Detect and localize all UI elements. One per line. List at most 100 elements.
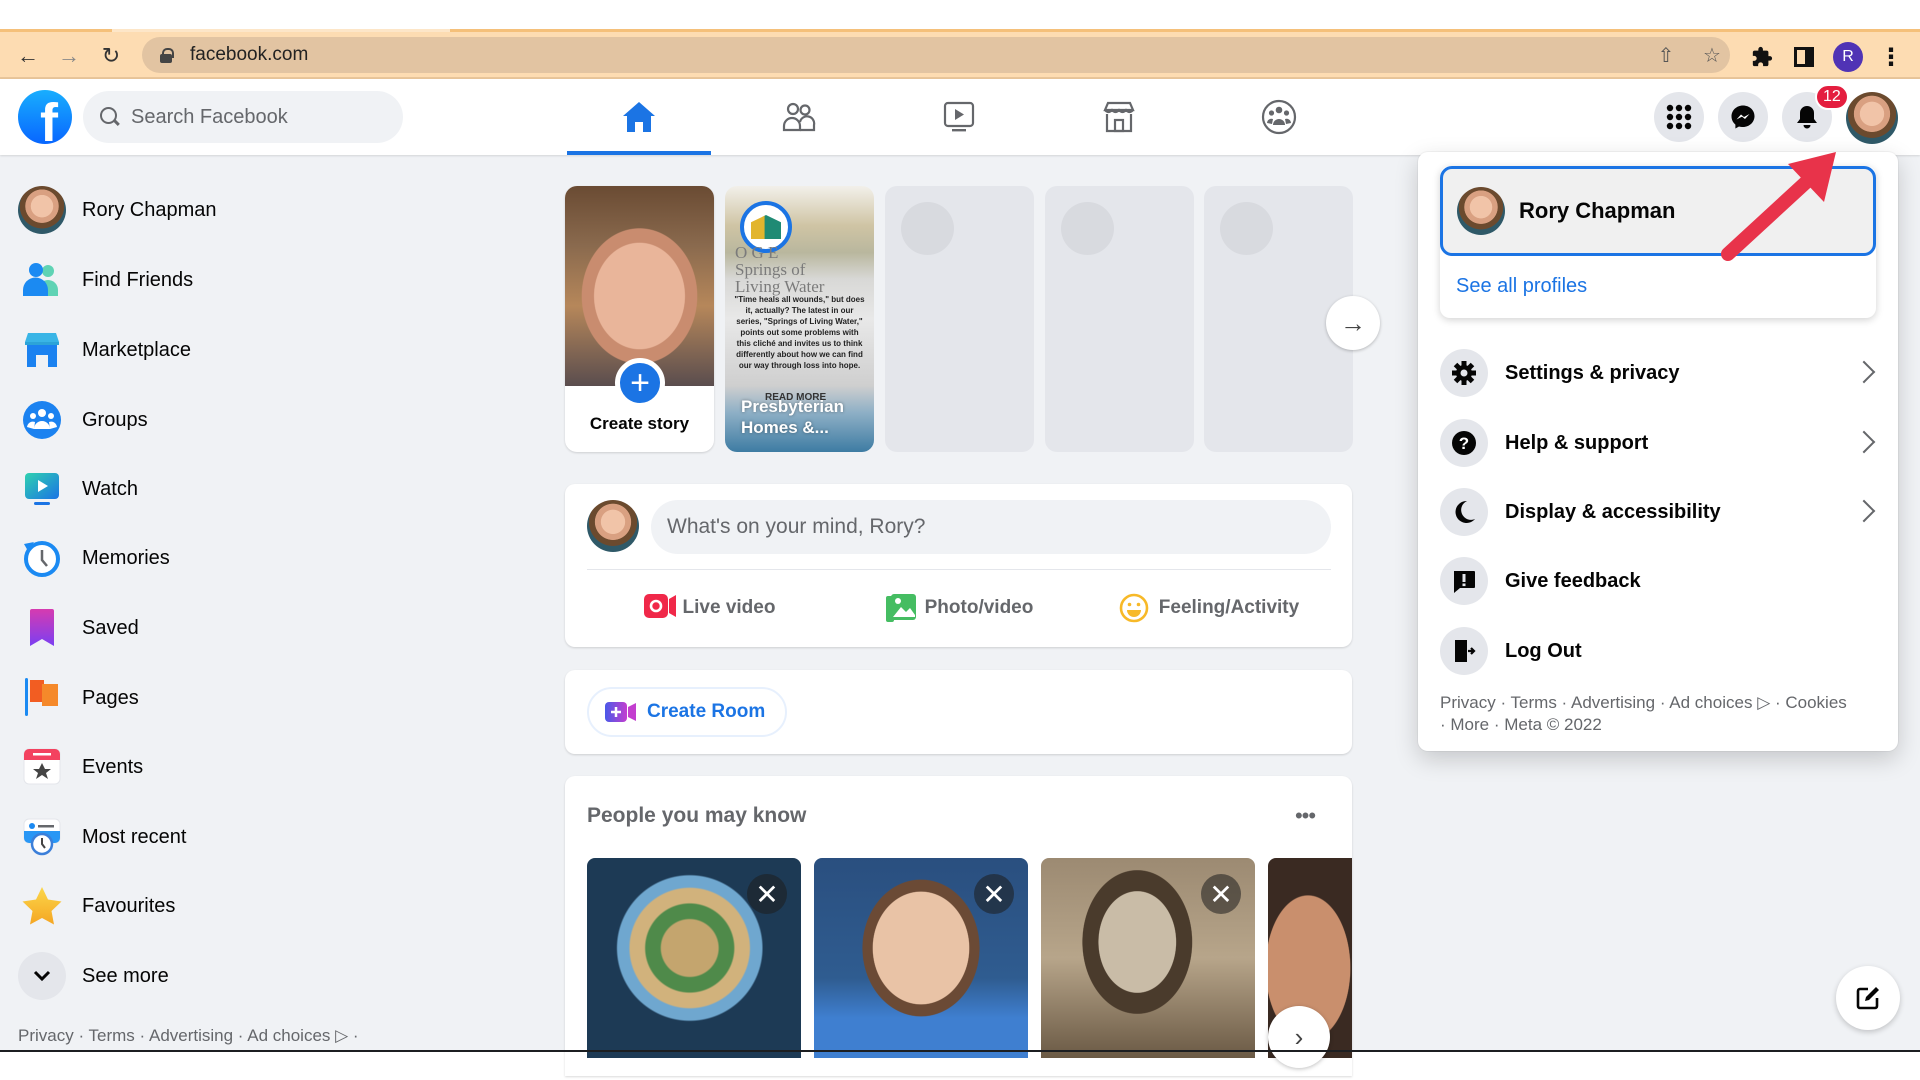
browser-profile-avatar[interactable]: R	[1833, 42, 1863, 72]
forward-arrow-icon[interactable]: →	[55, 42, 83, 70]
chevron-right-icon	[1856, 430, 1872, 454]
account-avatar-button[interactable]	[1846, 92, 1898, 144]
sidebar-item-label: Watch	[82, 477, 138, 500]
back-arrow-icon[interactable]: ←	[14, 42, 42, 70]
sidebar-item-find-friends[interactable]: Find Friends	[10, 248, 530, 312]
story-body-text: "Time heals all wounds," but does it, ac…	[734, 295, 865, 370]
menu-item-help-support[interactable]: ? Help & support	[1432, 410, 1884, 476]
reload-icon[interactable]: ↻	[97, 42, 125, 70]
story-title: O G E Springs of Living Water	[735, 243, 825, 296]
menu-item-log-out[interactable]: Log Out	[1432, 618, 1884, 684]
menu-item-give-feedback[interactable]: Give feedback	[1432, 548, 1884, 614]
notification-badge: 12	[1815, 84, 1849, 110]
tab-watch[interactable]	[887, 79, 1031, 155]
more-link[interactable]: More	[1450, 715, 1489, 734]
sidebar-item-pages[interactable]: Pages	[10, 666, 530, 730]
question-icon: ?	[1440, 419, 1488, 467]
live-video-button[interactable]: Live video	[587, 580, 831, 636]
watch-icon	[18, 465, 66, 513]
photo-video-button[interactable]: Photo/video	[837, 580, 1081, 636]
tab-home[interactable]	[567, 79, 711, 155]
pymk-next-chevron-icon[interactable]: ›	[1268, 1006, 1330, 1068]
tab-marketplace[interactable]	[1047, 79, 1191, 155]
menu-footer-links: Privacy · Terms · Advertising · Ad choic…	[1440, 693, 1847, 734]
profile-name: Rory Chapman	[1519, 198, 1676, 223]
people-you-may-know-card: People you may know ••• ✕ ✕ ✕ ›	[565, 776, 1352, 1076]
menu-item-settings-privacy[interactable]: Settings & privacy	[1432, 340, 1884, 406]
create-story-card[interactable]: + Create story	[565, 186, 714, 452]
close-icon[interactable]: ✕	[747, 874, 787, 914]
sidebar-item-most-recent[interactable]: Most recent	[10, 805, 530, 869]
close-icon[interactable]: ✕	[974, 874, 1014, 914]
cookies-link[interactable]: Cookies	[1785, 693, 1846, 712]
menu-button[interactable]	[1654, 92, 1704, 142]
chevron-right-icon	[1856, 360, 1872, 384]
advertising-link[interactable]: Advertising	[1571, 693, 1655, 712]
url-text[interactable]: facebook.com	[190, 44, 308, 66]
person-card[interactable]: ✕	[587, 858, 801, 1058]
close-icon[interactable]: ✕	[1201, 874, 1241, 914]
sidebar-item-memories[interactable]: Memories	[10, 526, 530, 590]
active-tab-highlight	[112, 29, 450, 32]
facebook-logo[interactable]: f	[18, 90, 72, 144]
facebook-header: f 12	[0, 79, 1920, 155]
feedback-icon	[1440, 557, 1488, 605]
privacy-link[interactable]: Privacy	[1440, 693, 1496, 712]
search-icon	[99, 106, 121, 128]
create-room-button[interactable]: Create Room	[587, 687, 787, 737]
sidebar-item-saved[interactable]: Saved	[10, 596, 530, 660]
sidebar-item-label: Pages	[82, 686, 139, 709]
sidebar-see-more[interactable]: See more	[10, 944, 530, 1008]
sidebar-item-label: See more	[82, 964, 169, 987]
person-card[interactable]: ✕	[1041, 858, 1255, 1058]
bell-icon	[1797, 106, 1817, 129]
divider	[587, 569, 1331, 570]
sidebar-item-favourites[interactable]: Favourites	[10, 874, 530, 938]
whats-on-your-mind-input[interactable]	[651, 500, 1331, 554]
story-author-name: Presbyterian Homes &...	[741, 397, 844, 437]
story-card[interactable]: O G E Springs of Living Water "Time heal…	[725, 186, 874, 452]
extensions-puzzle-icon[interactable]	[1749, 44, 1775, 70]
avatar	[18, 186, 66, 234]
ad-choices-link[interactable]: Ad choices	[1669, 693, 1752, 712]
profile-photo	[565, 186, 714, 386]
add-story-plus-icon[interactable]: +	[615, 358, 665, 408]
sidebar-item-watch[interactable]: Watch	[10, 457, 530, 521]
feeling-emoji-icon	[1119, 593, 1149, 623]
see-all-profiles-link[interactable]: See all profiles	[1456, 275, 1587, 298]
marketplace-icon	[18, 326, 66, 374]
menu-item-display-accessibility[interactable]: Display & accessibility	[1432, 479, 1884, 545]
tab-friends[interactable]	[727, 79, 871, 155]
gear-icon	[1440, 349, 1488, 397]
new-message-button[interactable]	[1836, 966, 1900, 1030]
tab-groups[interactable]	[1207, 79, 1351, 155]
more-options-icon[interactable]: •••	[1285, 796, 1325, 836]
sidebar-item-marketplace[interactable]: Marketplace	[10, 318, 530, 382]
sidebar-item-label: Memories	[82, 546, 170, 569]
sidebar-footer-links[interactable]: Privacy · Terms · Advertising · Ad choic…	[18, 1026, 359, 1046]
watch-icon	[943, 101, 975, 132]
search-input[interactable]	[131, 105, 381, 129]
terms-link[interactable]: Terms	[1511, 693, 1557, 712]
messenger-button[interactable]	[1718, 92, 1768, 142]
bookmark-star-icon[interactable]: ☆	[1700, 43, 1724, 67]
story-placeholder	[885, 186, 1034, 452]
rooms-card: Create Room	[565, 670, 1352, 754]
stories-next-arrow-icon[interactable]: →	[1326, 296, 1380, 350]
avatar[interactable]	[587, 500, 639, 552]
share-icon[interactable]: ⇧	[1654, 43, 1678, 67]
feeling-activity-button[interactable]: Feeling/Activity	[1087, 580, 1331, 636]
profile-link[interactable]: Rory Chapman	[1440, 166, 1876, 256]
kebab-menu-icon[interactable]: ⋮	[1878, 44, 1904, 71]
address-bar[interactable]: facebook.com ⇧ ☆	[142, 37, 1730, 73]
svg-text:?: ?	[1459, 434, 1469, 453]
sidebar-item-profile[interactable]: Rory Chapman	[10, 178, 530, 242]
sidebar-item-events[interactable]: Events	[10, 735, 530, 799]
home-icon	[623, 102, 655, 132]
search-box[interactable]	[83, 91, 403, 143]
section-title: People you may know	[587, 804, 807, 827]
person-card[interactable]: ✕	[814, 858, 1028, 1058]
copyright-text: Meta © 2022	[1504, 715, 1602, 734]
side-panel-icon[interactable]	[1791, 44, 1817, 70]
sidebar-item-groups[interactable]: Groups	[10, 388, 530, 452]
